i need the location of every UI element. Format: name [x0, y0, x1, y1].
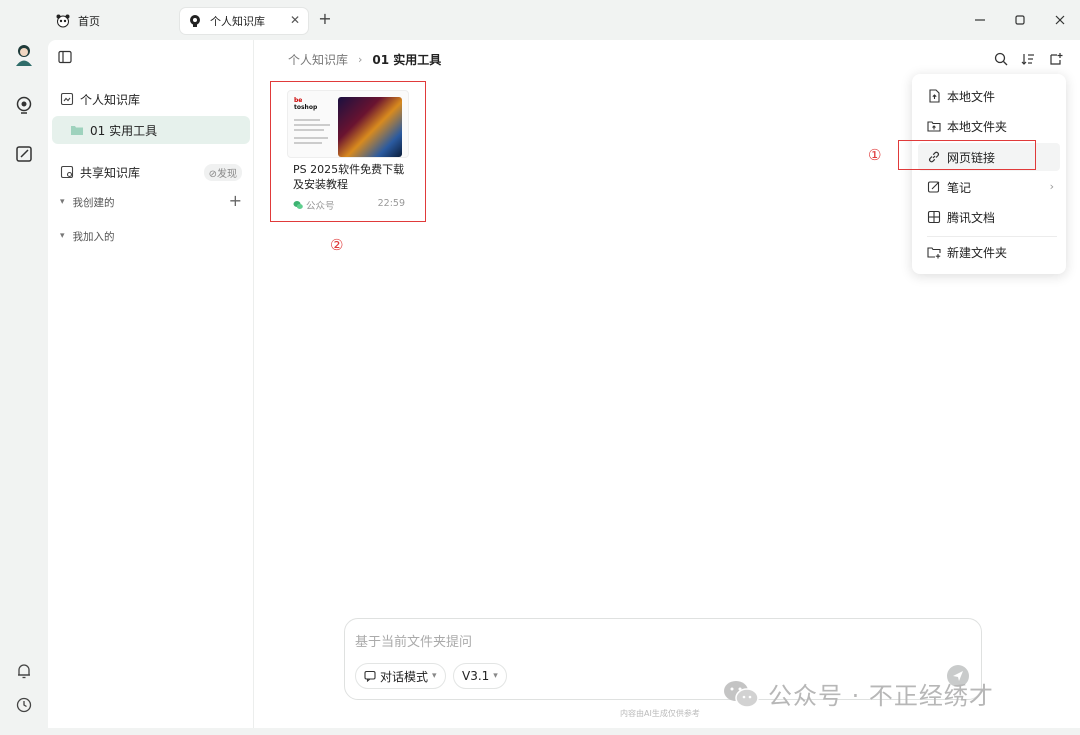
annotation-marker-1: ① [868, 146, 882, 164]
add-content-icon[interactable] [1047, 50, 1065, 68]
watermark-text: 公众号 · 不正经绣才 [768, 682, 994, 710]
breadcrumb: 个人知识库 › 01 实用工具 [288, 51, 441, 68]
document-card[interactable]: be toshop PS 2025软件免费下载及安装教程 公众号 22:59 [287, 90, 409, 215]
menu-divider [927, 236, 1057, 237]
sidebar-item-label: 我创建的 [72, 196, 115, 209]
card-source: 公众号 [306, 201, 335, 212]
title-bar: 首页 个人知识库 ✕ + [0, 0, 1080, 40]
breadcrumb-root[interactable]: 个人知识库 [288, 51, 348, 68]
wechat-icon [293, 200, 303, 210]
menu-item-new-folder[interactable]: 新建文件夹 [918, 238, 1060, 266]
tab-personal-kb-label: 个人知识库 [210, 15, 265, 28]
card-meta: 公众号 22:59 [293, 198, 405, 212]
sidebar-item-created[interactable]: ▾ 我创建的 + [52, 188, 250, 216]
close-icon[interactable]: ✕ [290, 13, 300, 27]
menu-item-label: 本地文件夹 [947, 119, 1008, 134]
panda-icon [56, 14, 70, 28]
minimize-icon[interactable] [970, 10, 990, 30]
chevron-right-icon: › [358, 53, 363, 66]
card-time: 22:59 [377, 198, 405, 209]
sidebar-item-label: 我加入的 [72, 230, 115, 243]
discover-badge[interactable]: ⊘发现 [203, 164, 242, 181]
sidebar-item-personal-kb[interactable]: 个人知识库 [52, 85, 250, 113]
breadcrumb-current: 01 实用工具 [372, 53, 442, 67]
bell-icon[interactable] [12, 659, 36, 683]
ai-disclaimer: 内容由AI生成仅供参考 [620, 709, 700, 718]
sidebar-item-joined[interactable]: ▾ 我加入的 [52, 222, 250, 250]
bulb-icon [188, 14, 202, 28]
version-selector[interactable]: V3.1 ▾ [453, 663, 507, 689]
mode-selector[interactable]: 对话模式 ▾ [355, 663, 446, 689]
thumbnail-image [338, 97, 402, 157]
annotation-box-1 [898, 140, 1036, 170]
sidebar-item-shared-kb[interactable]: 共享知识库 ⊘发现 [52, 158, 250, 186]
mode-label: 对话模式 [380, 669, 429, 684]
add-icon[interactable]: + [229, 191, 242, 210]
folder-icon [70, 123, 84, 137]
menu-item-label: 腾讯文档 [947, 210, 996, 225]
chat-bubble-icon [364, 670, 376, 682]
annotation-marker-2: ② [330, 236, 344, 254]
chevron-right-icon: › [1049, 180, 1054, 193]
version-label: V3.1 [462, 669, 490, 683]
menu-item-local-folder[interactable]: 本地文件夹 [918, 112, 1060, 140]
sidebar: 个人知识库 01 实用工具 共享知识库 ⊘发现 ▾ 我创建的 + ▾ 我加入的 [48, 40, 254, 728]
sidebar-item-label: 个人知识库 [80, 92, 141, 107]
tab-personal-kb[interactable]: 个人知识库 ✕ [180, 8, 308, 34]
sidebar-item-label: 01 实用工具 [90, 123, 158, 138]
menu-item-label: 笔记 [947, 180, 972, 195]
clock-icon[interactable] [12, 693, 36, 717]
left-rail [0, 40, 48, 735]
bulb-nav-icon[interactable] [12, 93, 36, 117]
new-tab-button[interactable]: + [316, 10, 334, 28]
maximize-icon[interactable] [1010, 10, 1030, 30]
menu-item-local-file[interactable]: 本地文件 [918, 82, 1060, 110]
avatar[interactable] [12, 42, 36, 66]
tencent-doc-icon [927, 210, 941, 224]
folder-upload-icon [927, 119, 941, 133]
wechat-logo-icon [722, 679, 760, 709]
add-content-menu: 本地文件 本地文件夹 网页链接 笔记 › 腾讯文档 新建文件夹 [912, 74, 1066, 274]
sidebar-item-label: 共享知识库 [80, 165, 141, 180]
shared-kb-icon [60, 165, 74, 179]
chat-placeholder[interactable]: 基于当前文件夹提问 [355, 631, 472, 650]
chevron-down-icon: ▾ [432, 671, 437, 681]
search-icon[interactable] [992, 50, 1010, 68]
close-window-icon[interactable] [1050, 10, 1070, 30]
sort-icon[interactable] [1019, 50, 1037, 68]
watermark: 公众号 · 不正经绣才 [722, 676, 994, 711]
file-upload-icon [927, 89, 941, 103]
sidebar-toggle-icon[interactable] [58, 50, 74, 66]
chevron-down-icon: ▾ [493, 671, 498, 681]
chevron-down-icon: ▾ [60, 197, 65, 207]
menu-item-note[interactable]: 笔记 › [918, 173, 1060, 201]
kb-icon [60, 92, 74, 106]
tab-home-label: 首页 [78, 15, 100, 28]
note-edit-icon [927, 180, 941, 194]
card-thumbnail: be toshop [287, 90, 409, 158]
card-title: PS 2025软件免费下载及安装教程 [293, 163, 405, 191]
menu-item-tencent-doc[interactable]: 腾讯文档 [918, 203, 1060, 231]
menu-item-label: 本地文件 [947, 89, 996, 104]
menu-item-label: 新建文件夹 [947, 245, 1008, 260]
thumbnail-text: be toshop [294, 97, 334, 144]
new-folder-icon [927, 245, 941, 259]
sidebar-item-folder[interactable]: 01 实用工具 [52, 116, 250, 144]
chevron-down-icon: ▾ [60, 231, 65, 241]
edit-nav-icon[interactable] [12, 142, 36, 166]
tab-home[interactable]: 首页 [48, 8, 168, 34]
